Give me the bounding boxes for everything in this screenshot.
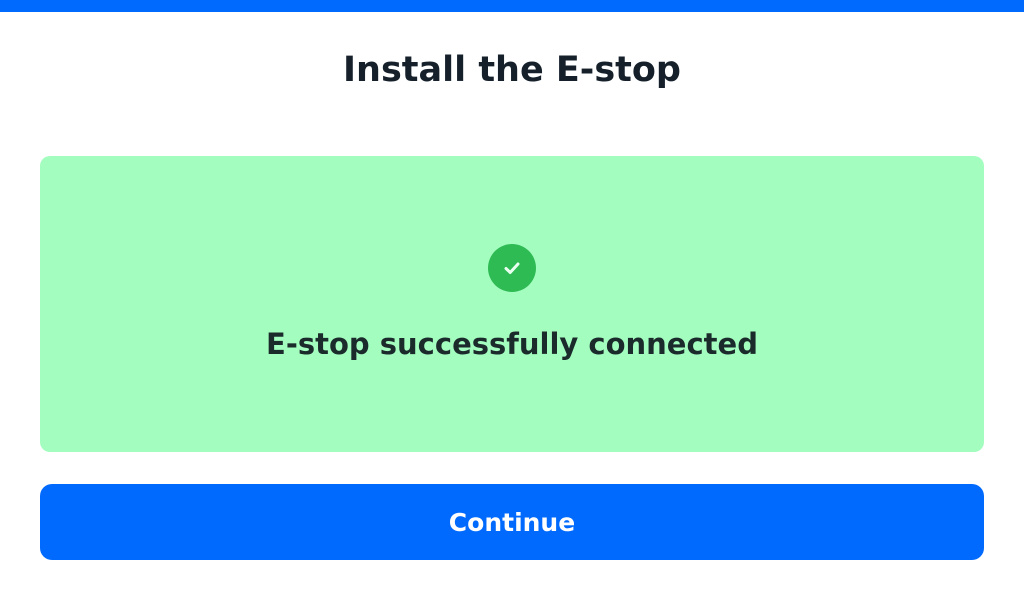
check-circle-icon	[488, 244, 536, 292]
page-title: Install the E-stop	[343, 50, 681, 90]
success-panel: E-stop successfully connected	[40, 156, 984, 452]
checkmark-icon	[504, 262, 520, 274]
continue-button[interactable]: Continue	[40, 484, 984, 560]
top-accent-bar	[0, 0, 1024, 12]
status-message: E-stop successfully connected	[266, 327, 758, 361]
